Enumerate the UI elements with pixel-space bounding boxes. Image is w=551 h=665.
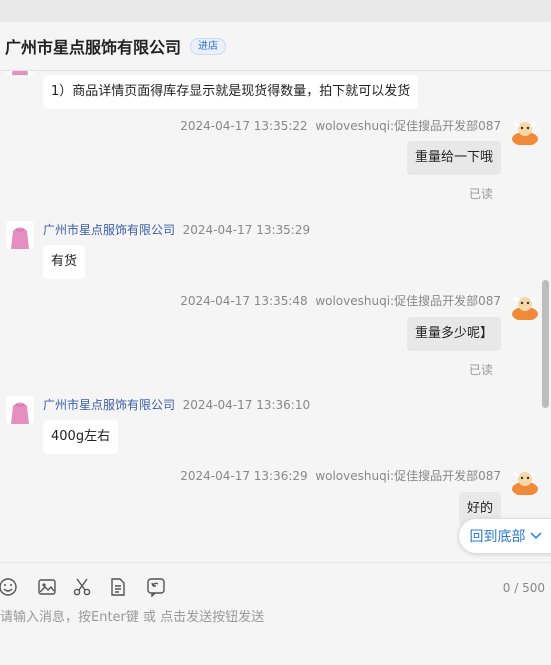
read-status: 已读 [468, 187, 493, 201]
message-bubble: 400g左右 [43, 420, 119, 454]
sender-name[interactable]: 广州市星点服饰有限公司 [43, 223, 175, 237]
message-meta: 2024-04-17 13:36:29 woloveshuqi:促佳搜品开发部0… [180, 467, 501, 484]
file-icon[interactable] [108, 577, 128, 597]
message-time: 2024-04-17 13:36:10 [182, 398, 311, 412]
message-time: 2024-04-17 13:35:22 [180, 119, 308, 133]
smile-icon[interactable] [0, 577, 18, 597]
message-meta: 2024-04-17 13:35:48 woloveshuqi:促佳搜品开发部0… [180, 292, 501, 309]
sender-name[interactable]: 广州市星点服饰有限公司 [43, 398, 175, 412]
chat-message-list[interactable]: 1）商品详情页面得库存显示就是现货得数量，拍下就可以发货 2024-04-17 … [0, 71, 551, 561]
seller-avatar[interactable] [6, 71, 34, 75]
chat-scrollbar[interactable] [542, 280, 549, 408]
back-to-bottom-label: 回到底部 [469, 529, 526, 545]
read-status: 已读 [468, 363, 493, 377]
my-avatar[interactable] [511, 117, 539, 145]
message-time: 2024-04-17 13:35:29 [182, 223, 311, 237]
seller-avatar[interactable] [6, 396, 34, 424]
sender-name: woloveshuqi:促佳搜品开发部087 [315, 469, 501, 483]
my-avatar[interactable] [511, 467, 539, 495]
my-avatar[interactable] [511, 292, 539, 320]
seller-avatar[interactable] [6, 221, 34, 249]
chat-header: 广州市星点服饰有限公司 进店 [0, 22, 551, 71]
message-bubble: 1）商品详情页面得库存显示就是现货得数量，拍下就可以发货 [43, 75, 419, 109]
message-time: 2024-04-17 13:36:29 [180, 469, 308, 483]
message-time: 2024-04-17 13:35:48 [180, 294, 308, 308]
sender-name: woloveshuqi:促佳搜品开发部087 [315, 294, 501, 308]
scissors-icon[interactable] [72, 577, 92, 597]
enter-shop-button[interactable]: 进店 [190, 37, 227, 55]
message-meta: 广州市星点服饰有限公司 2024-04-17 13:36:10 [43, 396, 310, 413]
message-bubble: 有货 [43, 245, 86, 279]
input-toolbar: 0 / 500 [0, 562, 551, 611]
back-to-bottom-button[interactable]: 回到底部 [458, 518, 551, 554]
history-icon[interactable] [146, 577, 166, 597]
char-counter: 0 / 500 [502, 581, 545, 595]
image-icon[interactable] [37, 577, 57, 597]
message-input-area[interactable] [0, 610, 540, 630]
window-top-bar [0, 0, 551, 22]
chevron-down-icon [529, 532, 542, 540]
message-bubble: 重量给一下哦 [406, 141, 501, 175]
message-input[interactable] [0, 610, 540, 625]
message-bubble: 重量多少呢】 [406, 317, 501, 351]
shop-title: 广州市星点服饰有限公司 [5, 38, 182, 57]
message-meta: 2024-04-17 13:35:22 woloveshuqi:促佳搜品开发部0… [180, 117, 501, 134]
sender-name: woloveshuqi:促佳搜品开发部087 [315, 119, 501, 133]
message-meta: 广州市星点服饰有限公司 2024-04-17 13:35:29 [43, 221, 310, 238]
